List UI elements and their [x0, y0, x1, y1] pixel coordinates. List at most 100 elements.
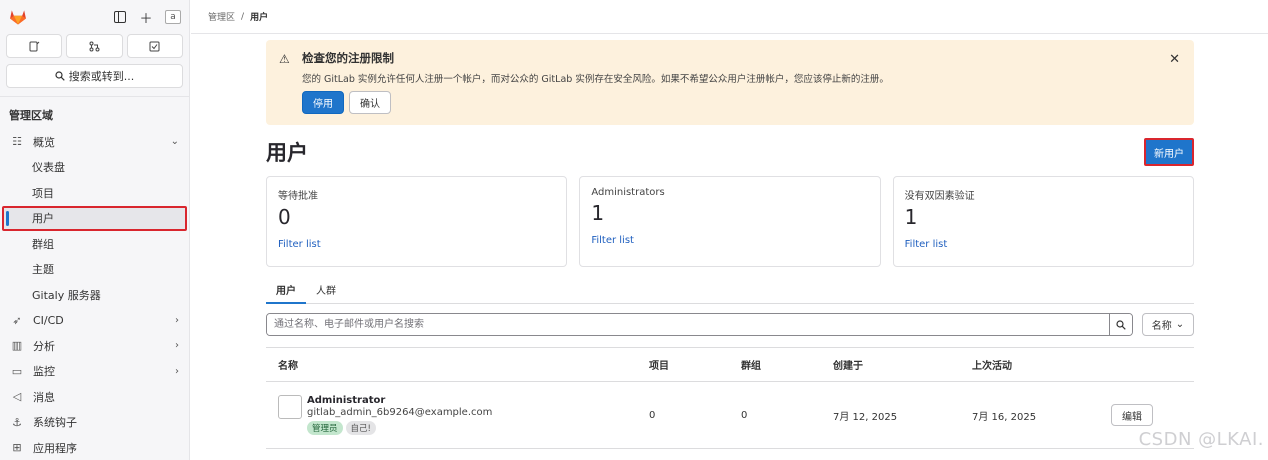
- search-icon: [55, 71, 65, 81]
- todo-icon: [149, 41, 160, 51]
- edit-button[interactable]: 编辑: [1111, 404, 1153, 426]
- column-header-actions: [1099, 347, 1194, 382]
- sidebar-section-title: 管理区域: [9, 109, 53, 122]
- created-date: 7月 12, 2025: [821, 381, 960, 449]
- alert-text: 您的 GitLab 实例允许任何人注册一个帐户，而对公众的 GitLab 实例存…: [302, 74, 889, 85]
- deactivate-button[interactable]: 停用: [302, 91, 344, 114]
- stat-card-pending: 等待批准 0 Filter list: [266, 176, 568, 267]
- table-header-row: 名称 项目 群组 创建于 上次活动: [266, 347, 1194, 382]
- stat-card-administrators: Administrators 1 Filter list: [579, 176, 881, 267]
- sidebar-item-applications[interactable]: ⊞ 应用程序: [0, 435, 189, 460]
- sidebar-item-label: 概览: [33, 135, 55, 149]
- stat-value: 0: [278, 205, 291, 229]
- gitlab-logo-icon[interactable]: [8, 7, 28, 27]
- issues-icon: [29, 41, 40, 51]
- acknowledge-button[interactable]: 确认: [349, 91, 391, 114]
- sidebar-item-groups[interactable]: 群组: [0, 231, 189, 257]
- sidebar-item-label: 仪表盘: [32, 161, 65, 175]
- stat-label: 没有双因素验证: [904, 191, 975, 202]
- anchor-icon: ⚓: [12, 415, 22, 429]
- groups-count: 0: [729, 381, 821, 449]
- breadcrumb-separator: /: [241, 11, 245, 22]
- sidebar-item-monitoring[interactable]: ▭ 监控 ›: [0, 359, 189, 385]
- users-table: 名称 项目 群组 创建于 上次活动 Administrator gitlab_a…: [266, 347, 1194, 449]
- projects-count: 0: [637, 381, 729, 449]
- chevron-down-icon: ⌄: [1175, 319, 1185, 330]
- sidebar-item-label: 系统钩子: [33, 416, 77, 430]
- issues-shortcut-button[interactable]: [6, 34, 63, 58]
- search-box: [266, 313, 1133, 336]
- sidebar-item-projects[interactable]: 项目: [0, 180, 189, 206]
- chart-icon: ▥: [11, 339, 23, 353]
- search-input[interactable]: [267, 314, 1109, 335]
- sidebar-item-topics[interactable]: 主题: [0, 257, 189, 283]
- user-email: gitlab_admin_6b9264@example.com: [307, 407, 493, 418]
- merge-requests-shortcut-button[interactable]: [66, 34, 123, 58]
- sidebar-item-dashboard[interactable]: 仪表盘: [0, 155, 189, 181]
- merge-request-icon: [89, 41, 100, 51]
- plus-icon[interactable]: ＋: [139, 10, 153, 27]
- search-icon[interactable]: [1109, 314, 1132, 335]
- filter-list-link[interactable]: Filter list: [278, 239, 555, 250]
- admin-badge: 管理员: [307, 421, 343, 435]
- sidebar-item-users[interactable]: 用户: [2, 205, 187, 231]
- sidebar-search-button[interactable]: 搜索或转到...: [6, 64, 183, 88]
- main-content: ⚠ 检查您的注册限制 您的 GitLab 实例允许任何人注册一个帐户，而对公众的…: [266, 40, 1194, 449]
- sidebar-item-overview[interactable]: ☷ 概览 ⌄: [0, 129, 189, 155]
- breadcrumb: 管理区 / 用户: [191, 0, 1268, 34]
- sidebar-item-label: 监控: [33, 365, 55, 379]
- sidebar-item-label: CI/CD: [33, 313, 64, 327]
- chevron-right-icon: ›: [175, 340, 179, 352]
- sort-label: 名称: [1151, 321, 1172, 332]
- sidebar-item-messages[interactable]: ◁ 消息: [0, 384, 189, 410]
- filter-list-link[interactable]: Filter list: [591, 235, 868, 246]
- chevron-down-icon: ⌄: [170, 136, 179, 148]
- column-header-groups: 群组: [729, 347, 821, 382]
- filter-list-link[interactable]: Filter list: [905, 239, 1182, 250]
- avatar[interactable]: [278, 395, 302, 419]
- close-icon[interactable]: ✕: [1169, 52, 1180, 67]
- search-label: 搜索或转到...: [68, 70, 135, 83]
- user-cell: Administrator gitlab_admin_6b9264@exampl…: [266, 381, 637, 449]
- user-avatar[interactable]: a: [165, 10, 181, 24]
- tab-users[interactable]: 用户: [266, 275, 306, 304]
- warning-icon: ⚠: [279, 52, 290, 66]
- self-badge: 自己!: [345, 421, 376, 435]
- page-title: 用户: [266, 141, 308, 165]
- sidebar-item-label: 消息: [33, 390, 55, 404]
- column-header-projects: 项目: [637, 347, 729, 382]
- column-header-name[interactable]: 名称: [266, 347, 637, 382]
- chevron-right-icon: ›: [175, 314, 179, 326]
- watermark: CSDN @LKAI.: [1138, 429, 1264, 450]
- user-name-link[interactable]: Administrator: [307, 395, 492, 406]
- stat-value: 1: [904, 205, 918, 229]
- sidebar-toggle-icon[interactable]: [113, 10, 127, 24]
- overview-icon: ☷: [12, 135, 22, 149]
- sidebar-item-label: Gitaly 服务器: [32, 288, 101, 302]
- sidebar-item-label: 应用程序: [33, 441, 77, 455]
- column-header-last-activity: 上次活动: [960, 347, 1099, 382]
- registration-warning-alert: ⚠ 检查您的注册限制 您的 GitLab 实例允许任何人注册一个帐户，而对公众的…: [266, 40, 1194, 125]
- sidebar-header: ＋ a: [0, 0, 189, 34]
- apps-icon: ⊞: [12, 441, 22, 455]
- sidebar-item-gitaly[interactable]: Gitaly 服务器: [0, 282, 189, 308]
- chevron-right-icon: ›: [175, 365, 179, 377]
- todos-shortcut-button[interactable]: [126, 34, 183, 58]
- sidebar: ＋ a 搜索或转到... 管理区域 ☷ 概览 ⌄ 仪表盘 项目 用户 群组 主题: [0, 0, 190, 460]
- sidebar-item-analytics[interactable]: ▥ 分析 ›: [0, 333, 189, 359]
- sidebar-item-cicd[interactable]: ➶ CI/CD ›: [0, 308, 189, 334]
- stat-value: 1: [591, 201, 605, 225]
- sidebar-item-system-hooks[interactable]: ⚓ 系统钩子: [0, 410, 189, 436]
- sort-dropdown[interactable]: 名称 ⌄: [1142, 313, 1194, 336]
- alert-title: 检查您的注册限制: [302, 51, 394, 65]
- sidebar-item-label: 项目: [32, 186, 54, 200]
- tab-cohorts[interactable]: 人群: [306, 275, 346, 303]
- monitor-icon: ▭: [11, 364, 23, 378]
- megaphone-icon: ◁: [12, 390, 22, 404]
- new-user-button[interactable]: 新用户: [1144, 138, 1194, 166]
- sidebar-item-label: 主题: [32, 263, 54, 277]
- tabs: 用户 人群: [266, 275, 1194, 304]
- rocket-icon: ➶: [12, 313, 22, 327]
- sidebar-item-label: 分析: [33, 339, 55, 353]
- breadcrumb-admin-link[interactable]: 管理区: [208, 10, 235, 23]
